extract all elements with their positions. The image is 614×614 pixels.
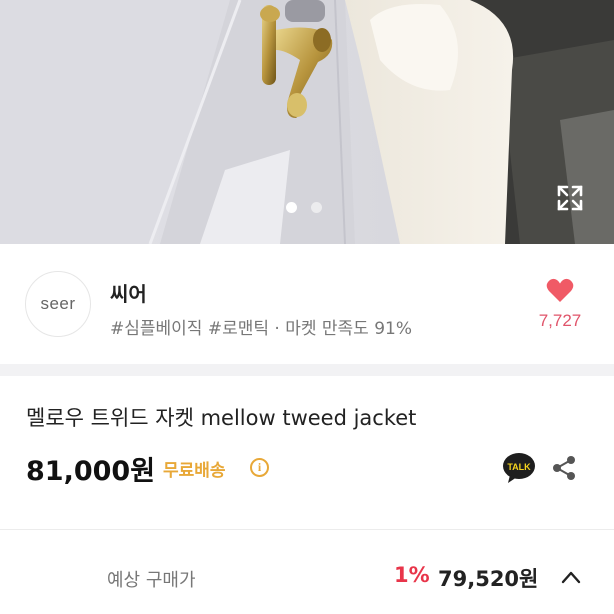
heart-icon xyxy=(546,278,574,302)
shop-info-row[interactable]: seer 씨어 #심플베이직 #로맨틱 · 마켓 만족도 91% 7,727 xyxy=(0,244,614,364)
product-title: 멜로우 트위드 자켓 mellow tweed jacket xyxy=(26,406,417,430)
info-icon[interactable]: i xyxy=(250,458,269,477)
kakao-talk-icon[interactable]: TALK xyxy=(502,452,536,484)
chevron-up-icon[interactable] xyxy=(561,570,581,584)
discount-percent: 1% xyxy=(394,563,430,587)
share-icon[interactable] xyxy=(552,455,576,481)
carousel-dot[interactable] xyxy=(311,202,322,213)
expected-price-value: 79,520원 xyxy=(438,567,539,591)
like-count: 7,727 xyxy=(538,311,582,330)
like-button[interactable]: 7,727 xyxy=(532,278,588,331)
expected-price-label: 예상 구매가 xyxy=(107,570,196,591)
expand-icon[interactable] xyxy=(556,184,584,212)
section-divider-line xyxy=(0,529,614,530)
shop-name[interactable]: 씨어 xyxy=(110,278,147,307)
carousel-indicator xyxy=(286,202,322,213)
product-image-carousel[interactable] xyxy=(0,0,614,244)
shop-avatar[interactable]: seer xyxy=(25,271,91,337)
section-divider xyxy=(0,364,614,376)
free-shipping-label: 무료배송 xyxy=(163,461,226,481)
shop-tags: #심플베이직 #로맨틱 · 마켓 만족도 91% xyxy=(110,319,413,339)
talk-label: TALK xyxy=(507,462,531,472)
carousel-dot-active[interactable] xyxy=(286,202,297,213)
product-price: 81,000원 xyxy=(26,456,156,487)
